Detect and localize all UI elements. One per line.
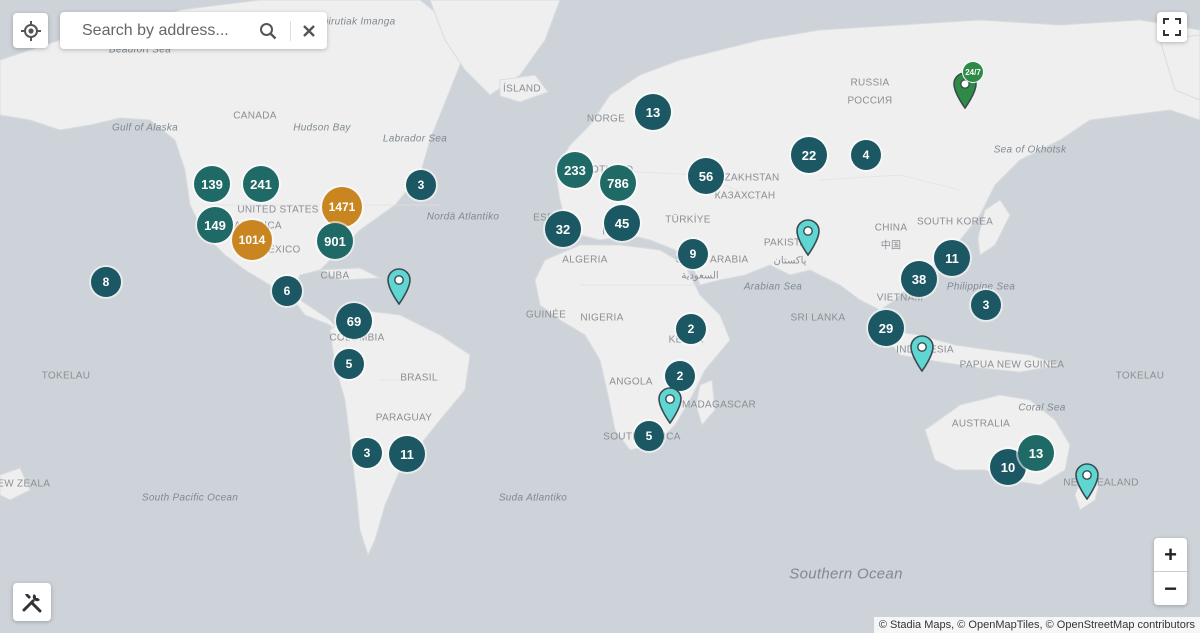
search-divider bbox=[290, 21, 291, 41]
map-pin-icon bbox=[796, 219, 820, 257]
map-label-53: Southern Ocean bbox=[789, 565, 903, 583]
map-label-33: SRI LANKA bbox=[790, 312, 846, 324]
cluster-marker[interactable]: 1471 bbox=[322, 187, 362, 227]
map-pin-icon bbox=[910, 335, 934, 373]
map-label-19: КАЗАХСТАН bbox=[714, 190, 776, 202]
fullscreen-icon bbox=[1163, 18, 1181, 36]
cluster-marker[interactable]: 9 bbox=[678, 239, 708, 269]
map-label-5: Labrador Sea bbox=[382, 133, 448, 145]
search-icon[interactable] bbox=[259, 22, 277, 40]
map-label-42: TOKELAU bbox=[41, 370, 91, 382]
cluster-marker[interactable]: 6 bbox=[272, 276, 302, 306]
map-label-48: Coral Sea bbox=[1018, 402, 1066, 414]
cluster-marker[interactable]: 139 bbox=[194, 166, 230, 202]
cluster-marker[interactable]: 32 bbox=[545, 211, 581, 247]
pin-marker-caribbean[interactable] bbox=[386, 267, 412, 306]
pin-marker-new-zealand[interactable] bbox=[1074, 462, 1100, 501]
map-pin-icon bbox=[1075, 463, 1099, 501]
zoom-control: + − bbox=[1154, 538, 1187, 605]
cluster-marker[interactable]: 5 bbox=[634, 421, 664, 451]
zoom-in-button[interactable]: + bbox=[1154, 538, 1187, 572]
map-label-27: CHINA bbox=[874, 222, 908, 234]
map-attribution: © Stadia Maps, © OpenMapTiles, © OpenStr… bbox=[873, 617, 1200, 633]
map-label-24: السعودية bbox=[681, 270, 719, 282]
pin-marker-indonesia[interactable] bbox=[909, 334, 935, 373]
cluster-marker[interactable]: 38 bbox=[901, 261, 937, 297]
map-label-10: Nordä Atlantiko bbox=[426, 211, 500, 223]
map-label-37: ANGOLA bbox=[609, 376, 653, 388]
cluster-marker[interactable]: 69 bbox=[336, 303, 372, 339]
cluster-marker[interactable]: 2 bbox=[676, 314, 706, 344]
cluster-marker[interactable]: 11 bbox=[389, 436, 425, 472]
map-label-30: Arabian Sea bbox=[743, 281, 803, 293]
map-label-34: GUINÉE bbox=[525, 309, 567, 321]
cluster-marker[interactable]: 5 bbox=[334, 349, 364, 379]
fullscreen-button[interactable] bbox=[1157, 12, 1187, 42]
cluster-marker[interactable]: 3 bbox=[971, 290, 1001, 320]
map-label-4: Hudson Bay bbox=[293, 122, 351, 134]
map-label-6: UNITED STATES bbox=[237, 204, 319, 216]
cluster-marker[interactable]: 3 bbox=[352, 438, 382, 468]
close-icon[interactable] bbox=[302, 24, 316, 38]
cluster-marker[interactable]: 1014 bbox=[232, 220, 272, 260]
cluster-marker[interactable]: 56 bbox=[688, 158, 724, 194]
map-label-29: SOUTH KOREA bbox=[916, 216, 994, 228]
cluster-marker[interactable]: 241 bbox=[243, 166, 279, 202]
cluster-marker[interactable]: 22 bbox=[791, 137, 827, 173]
cluster-marker[interactable]: 29 bbox=[868, 310, 904, 346]
cluster-marker[interactable]: 149 bbox=[197, 207, 233, 243]
tools-icon bbox=[22, 594, 42, 613]
tools-button[interactable] bbox=[13, 583, 51, 621]
map-label-50: NEW ZEALA bbox=[0, 478, 51, 490]
pin-marker-russia-247[interactable]: 24/7 bbox=[952, 61, 984, 110]
zoom-out-button[interactable]: − bbox=[1154, 572, 1187, 605]
map-label-43: TOKELAU bbox=[1115, 370, 1165, 382]
cluster-marker[interactable]: 3 bbox=[406, 170, 436, 200]
map-label-9: CUBA bbox=[320, 270, 350, 282]
map-label-2: Gulf of Alaska bbox=[111, 122, 179, 134]
cluster-marker[interactable]: 13 bbox=[1018, 435, 1054, 471]
map-label-26: پاکستان bbox=[773, 255, 807, 267]
map-label-20: TÜRKİYE bbox=[665, 214, 711, 226]
map-canvas[interactable]: Saknirutiak Imanga Beaufort Sea Gulf of Al… bbox=[0, 0, 1200, 633]
pin-marker-pakistan[interactable] bbox=[795, 218, 821, 257]
map-label-45: BRASIL bbox=[400, 372, 438, 384]
pin-marker-mozambique[interactable] bbox=[657, 386, 683, 425]
map-label-51: South Pacific Ocean bbox=[141, 492, 239, 504]
search-input[interactable] bbox=[80, 20, 252, 41]
map-label-38: MADAGASCAR bbox=[681, 399, 757, 411]
map-label-47: AUSTRALIA bbox=[951, 418, 1011, 430]
open-24-7-badge: 24/7 bbox=[962, 61, 984, 83]
search-bar bbox=[60, 12, 327, 49]
map-label-13: RUSSIA bbox=[850, 77, 890, 89]
map-label-3: CANADA bbox=[233, 110, 277, 122]
cluster-marker[interactable]: 45 bbox=[604, 205, 640, 241]
cluster-marker[interactable]: 233 bbox=[557, 152, 593, 188]
map-label-15: Sea of Okhotsk bbox=[993, 144, 1067, 156]
map-label-41: PAPUA NEW GUINEA bbox=[959, 359, 1065, 371]
cluster-marker[interactable]: 8 bbox=[91, 267, 121, 297]
map-label-52: Suda Atlantiko bbox=[498, 492, 568, 504]
map-label-11: ÍSLAND bbox=[503, 83, 541, 95]
cluster-marker[interactable]: 4 bbox=[851, 140, 881, 170]
cluster-marker[interactable]: 901 bbox=[317, 223, 353, 259]
map-label-35: NIGERIA bbox=[580, 312, 624, 324]
locate-button[interactable] bbox=[13, 13, 48, 48]
crosshair-icon bbox=[20, 20, 41, 41]
cluster-marker[interactable]: 11 bbox=[934, 240, 970, 276]
map-pin-icon bbox=[387, 268, 411, 306]
map-label-22: ALGERIA bbox=[562, 254, 608, 266]
map-label-14: РОССИЯ bbox=[847, 95, 893, 107]
map-label-28: 中国 bbox=[880, 240, 902, 252]
map-label-12: NORGE bbox=[586, 113, 626, 125]
cluster-marker[interactable]: 13 bbox=[635, 94, 671, 130]
cluster-marker[interactable]: 786 bbox=[600, 165, 636, 201]
map-label-46: PARAGUAY bbox=[375, 412, 433, 424]
map-pin-icon bbox=[658, 387, 682, 425]
